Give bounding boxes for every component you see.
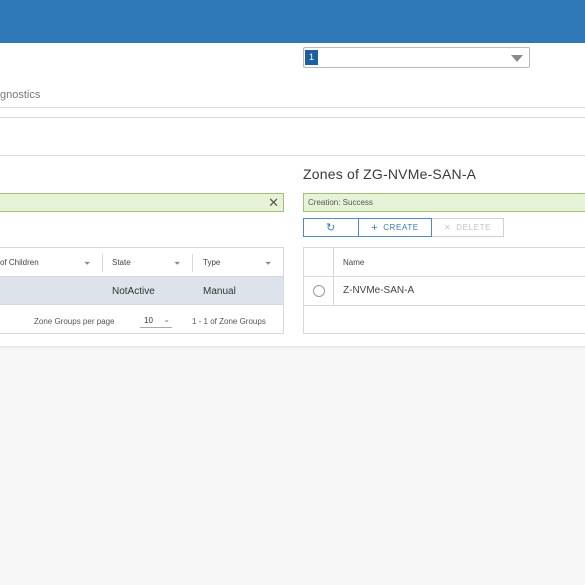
per-page-label: Zone Groups per page	[34, 317, 115, 326]
divider	[0, 107, 585, 108]
cell-state: NotActive	[112, 286, 155, 297]
per-page-value: 10	[144, 316, 153, 325]
row-select-radio[interactable]	[313, 285, 325, 297]
close-icon[interactable]: ✕	[268, 195, 279, 210]
cell-name: Z-NVMe-SAN-A	[343, 285, 415, 296]
filter-icon[interactable]: ⏷	[84, 259, 90, 269]
status-message: Creation: Success	[308, 198, 373, 207]
table-row[interactable]: NotActive Manual	[0, 277, 283, 305]
grid-header: Name	[304, 248, 585, 277]
cell-type: Manual	[203, 286, 236, 297]
column-separator	[102, 254, 103, 272]
grid-header: of Children ⏷ State ⏷ Type ⏷	[0, 248, 283, 277]
panel-shadow	[0, 346, 585, 349]
column-header-type[interactable]: Type	[203, 258, 220, 267]
create-button[interactable]: + CREATE	[359, 218, 432, 237]
filter-icon[interactable]: ⏷	[265, 259, 271, 269]
create-button-label: CREATE	[383, 223, 419, 232]
pagination-range: 1 - 1 of Zone Groups	[192, 317, 266, 326]
zones-grid: Name Z-NVMe-SAN-A	[303, 247, 585, 334]
delete-button[interactable]: ✕ DELETE	[432, 218, 504, 237]
chevron-down-icon[interactable]	[511, 55, 523, 62]
table-row[interactable]: Z-NVMe-SAN-A	[304, 277, 585, 306]
plus-icon: +	[371, 221, 379, 234]
column-separator	[192, 254, 193, 272]
refresh-icon: ↻	[326, 222, 336, 234]
zone-groups-filter-bar[interactable]: ✕	[0, 193, 284, 212]
chevron-down-icon: ⌄	[163, 315, 170, 324]
grid-footer: Zone Groups per page 10 ⌄ 1 - 1 of Zone …	[0, 306, 283, 334]
zones-toolbar: ↻ + CREATE ✕ DELETE	[303, 218, 504, 237]
filter-icon[interactable]: ⏷	[174, 259, 180, 269]
divider	[0, 155, 585, 156]
divider	[0, 117, 585, 118]
delete-button-label: DELETE	[456, 223, 492, 232]
column-header-name[interactable]: Name	[343, 258, 364, 267]
refresh-button[interactable]: ↻	[303, 218, 359, 237]
tab-diagnostics[interactable]: gnostics	[0, 89, 40, 101]
per-page-select[interactable]: 10 ⌄	[140, 313, 172, 328]
zones-panel-title: Zones of ZG-NVMe-SAN-A	[303, 166, 477, 182]
top-header-bar	[0, 0, 585, 43]
close-icon: ✕	[443, 223, 452, 232]
dropdown-selected-value: 1	[305, 50, 318, 65]
context-select-dropdown[interactable]: 1	[303, 47, 530, 68]
zone-groups-grid: of Children ⏷ State ⏷ Type ⏷ NotActive M…	[0, 247, 284, 334]
column-header-state[interactable]: State	[112, 258, 131, 267]
column-header-children[interactable]: of Children	[0, 258, 39, 267]
status-message-bar: Creation: Success	[303, 193, 585, 212]
